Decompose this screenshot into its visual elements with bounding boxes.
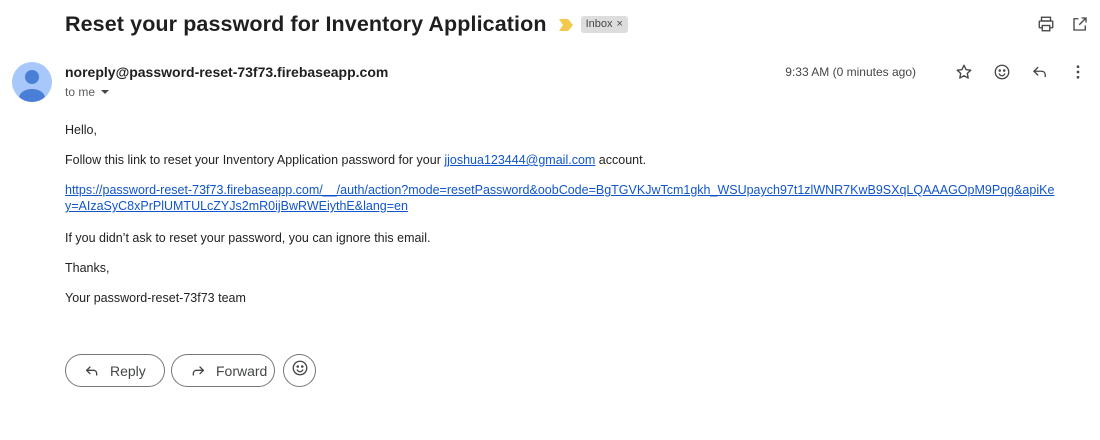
closing: Thanks, xyxy=(65,261,110,275)
signature: Your password-reset-73f73 team xyxy=(65,291,246,305)
emoji-react-button[interactable] xyxy=(283,354,316,387)
instruction-text: Follow this link to reset your Inventory… xyxy=(65,152,646,168)
ignore-notice: If you didn’t ask to reset your password… xyxy=(65,231,431,245)
reply-actions: Reply Forward xyxy=(65,354,316,387)
important-marker-icon[interactable] xyxy=(558,18,573,31)
sender-address: noreply@password-reset-73f73.firebaseapp… xyxy=(65,64,389,80)
remove-label-icon[interactable]: × xyxy=(616,18,622,30)
forward-button[interactable]: Forward xyxy=(171,354,275,387)
instruction-suffix: account. xyxy=(595,153,647,167)
inbox-label-chip[interactable]: Inbox × xyxy=(580,15,628,33)
reset-link-paragraph: https://password-reset-73f73.firebaseapp… xyxy=(65,182,1055,214)
emoji-icon xyxy=(291,359,309,382)
recipient-label: to me xyxy=(65,85,96,99)
top-actions xyxy=(1036,14,1090,34)
reset-password-link[interactable]: https://password-reset-73f73.firebaseapp… xyxy=(65,183,1054,213)
reply-label: Reply xyxy=(110,362,146,379)
message-meta: 9:33 AM (0 minutes ago) xyxy=(785,62,1088,82)
forward-label: Forward xyxy=(216,362,268,379)
forward-arrow-icon xyxy=(190,363,206,379)
open-in-new-window-icon[interactable] xyxy=(1070,14,1090,34)
timestamp: 9:33 AM (0 minutes ago) xyxy=(785,65,916,79)
star-icon[interactable] xyxy=(954,62,974,82)
print-icon[interactable] xyxy=(1036,14,1056,34)
emoji-icon[interactable] xyxy=(992,62,1012,82)
reply-icon[interactable] xyxy=(1030,62,1050,82)
instruction-prefix: Follow this link to reset your Inventory… xyxy=(65,153,445,167)
reply-button[interactable]: Reply xyxy=(65,354,165,387)
recipient-details[interactable]: to me xyxy=(65,85,110,99)
avatar[interactable] xyxy=(12,62,52,102)
email-subject: Reset your password for Inventory Applic… xyxy=(65,11,547,36)
chevron-down-icon[interactable] xyxy=(101,90,110,94)
account-email-link[interactable]: jjoshua123444@gmail.com xyxy=(444,153,595,167)
reply-arrow-icon xyxy=(84,363,100,379)
subject-row: Reset your password for Inventory Applic… xyxy=(65,10,628,38)
greeting: Hello, xyxy=(65,123,97,137)
more-vertical-icon[interactable] xyxy=(1068,62,1088,82)
label-text: Inbox xyxy=(585,18,613,30)
